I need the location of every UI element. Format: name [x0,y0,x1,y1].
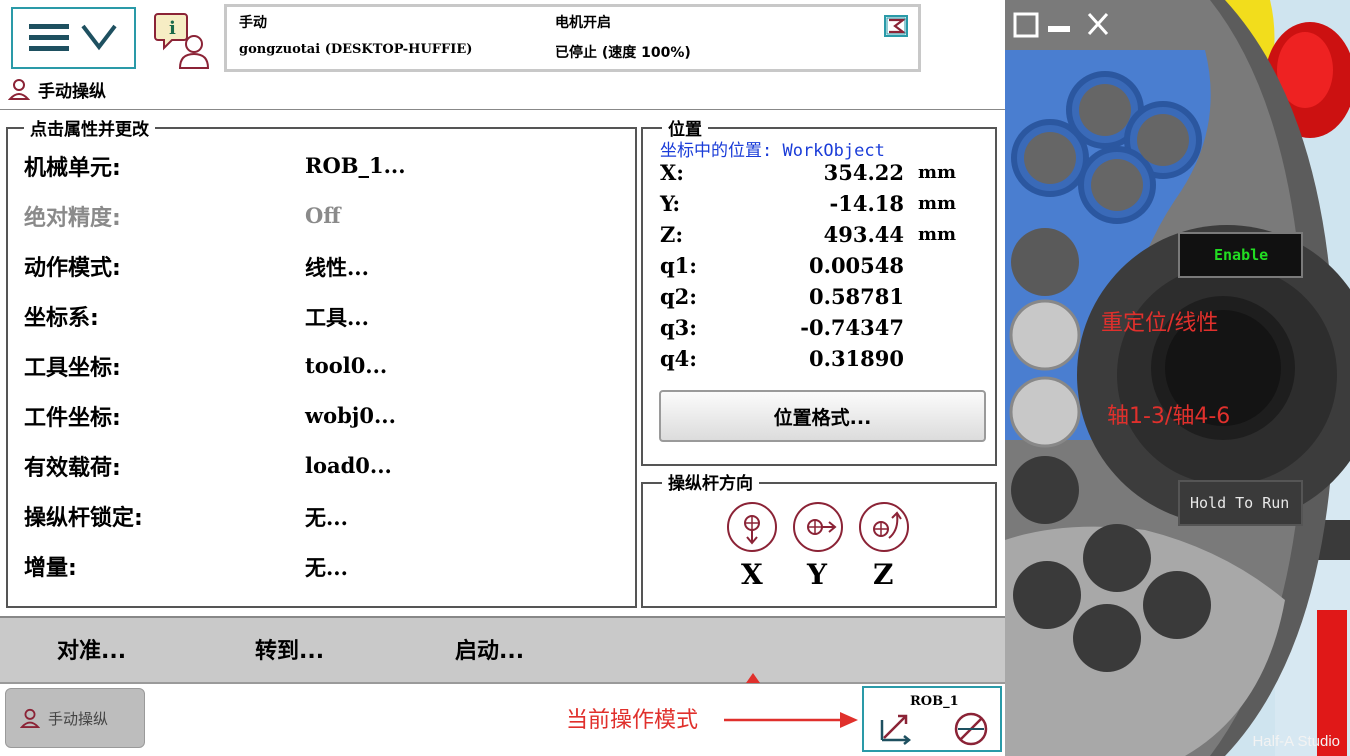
mech-unit-label[interactable]: 机械单元: [24,150,121,182]
position-value: 0.58781 [809,284,904,309]
coordinate-system-label[interactable]: 坐标系: [24,300,99,332]
speed-icon[interactable] [884,15,908,37]
motion-mode-label[interactable]: 动作模式: [24,250,121,282]
tool-value[interactable]: tool0... [305,353,387,378]
activate-button[interactable]: 启动... [455,633,524,665]
hamburger-menu-icon [29,24,117,51]
position-row-q2: q2: 0.58781 [660,284,960,314]
joystick-rotate-glyph [873,511,902,539]
command-bar: 对准... 转到... 启动... [0,616,1005,682]
enable-label: Enable [1214,246,1269,264]
reorient-linear-annotation: 重定位/线性 [1101,311,1219,336]
properties-legend: 点击属性并更改 [24,115,155,140]
motion-mode-value[interactable]: 线性... [305,252,369,282]
work-object-value[interactable]: wobj0... [305,403,396,428]
joystick-down-icon [727,502,777,552]
joystick-down-glyph [744,515,760,545]
annotation-arrow-icon [724,712,858,728]
jogging-person-icon [20,708,40,728]
axis-label-x: X [741,558,763,591]
joystick-directions-legend: 操纵杆方向 [662,469,759,494]
joystick-rotate-icon [859,502,909,552]
position-row-q3: q3: -0.74347 [660,315,960,345]
payload-value[interactable]: load0... [305,453,392,478]
taskbar-jogging-label: 手动操纵 [48,709,109,728]
position-value: 354.22 [823,160,904,185]
position-value: -0.74347 [800,315,904,340]
current-mode-annotation: 当前操作模式 [566,708,699,733]
position-value: -14.18 [829,191,904,216]
position-value: 0.31890 [809,346,904,371]
absolute-accuracy-label: 绝对精度: [24,206,121,231]
jogging-person-icon [8,79,30,100]
work-object-label[interactable]: 工件坐标: [24,400,121,432]
event-log-button[interactable]: i [152,8,214,70]
increment-value[interactable]: 无... [305,552,348,582]
status-bar: 手动 gongzuotai (DESKTOP-HUFFIE) 电机开启 已停止 … [224,4,921,72]
position-key: Y: [660,191,681,216]
position-row-y: Y: -14.18 mm [660,191,960,221]
quickset-caret-icon [746,673,760,683]
position-row-z: Z: 493.44 mm [660,222,960,252]
coordinate-system-value[interactable]: 工具... [305,302,369,332]
window-title-text: 手动操纵 [38,81,106,102]
position-key: q3: [660,315,698,340]
controller-name-text: gongzuotai (DESKTOP-HUFFIE) [239,42,473,57]
motor-state-text: 电机开启 [555,15,611,31]
coordinate-frame-label: 坐标中的位置: WorkObject [660,141,885,161]
position-row-x: X: 354.22 mm [660,160,960,190]
joystick-right-icon [793,502,843,552]
joystick-lock-value[interactable]: 无... [305,502,348,532]
position-row-q4: q4: 0.31890 [660,346,960,376]
abb-menu-button[interactable] [11,7,136,69]
position-row-q1: q1: 0.00548 [660,253,960,283]
joystick-right-glyph [807,519,837,535]
quickset-unit-label: ROB_1 [910,694,959,709]
no-increment-icon [954,712,988,746]
position-unit: mm [918,224,957,245]
program-state-text: 已停止 (速度 100%) [555,45,691,61]
speed-glyph [886,17,907,35]
payload-label[interactable]: 有效载荷: [24,450,121,482]
absolute-accuracy-value: Off [305,203,341,228]
linear-motion-icon [880,714,912,745]
watermark-text: Half-A Studio [1252,733,1340,750]
title-divider [0,109,1005,110]
axis-label-z: Z [873,558,894,591]
align-button[interactable]: 对准... [57,633,126,665]
position-format-button[interactable]: 位置格式... [659,390,986,442]
position-key: q1: [660,253,698,278]
info-person-icon: i [154,13,210,69]
position-key: q4: [660,346,698,371]
position-value: 493.44 [823,222,904,247]
joystick-lock-label[interactable]: 操纵杆锁定: [24,500,143,532]
window-title: 手动操纵 [8,76,106,102]
tool-label[interactable]: 工具坐标: [24,350,121,382]
teach-pendant-hardware: Enable Hold To Run 重定位/线性 轴1-3/轴4-6 Half… [1005,0,1350,756]
flexpendant-screen: i 手动 gongzuotai (DESKTOP-HUFFIE) 电机开启 已停… [0,0,1005,756]
goto-button[interactable]: 转到... [255,633,324,665]
increment-label[interactable]: 增量: [24,550,77,582]
position-key: Z: [660,222,684,247]
operating-mode-text: 手动 [239,15,267,31]
pendant-body-graphic [1005,0,1350,756]
hold-to-run-label: Hold To Run [1190,494,1290,512]
position-unit: mm [918,162,957,183]
position-value: 0.00548 [809,253,904,278]
mech-unit-value[interactable]: ROB_1... [305,153,406,178]
quickset-button[interactable]: ROB_1 [862,686,1002,752]
axis-toggle-annotation: 轴1-3/轴4-6 [1107,404,1231,429]
position-unit: mm [918,193,957,214]
enable-button[interactable]: Enable [1178,232,1303,278]
hold-to-run-button[interactable]: Hold To Run [1178,480,1303,526]
taskbar-jogging-button[interactable]: 手动操纵 [5,688,145,748]
svg-text:i: i [169,18,176,39]
position-key: X: [660,160,685,185]
position-key: q2: [660,284,698,309]
axis-label-y: Y [807,558,827,591]
